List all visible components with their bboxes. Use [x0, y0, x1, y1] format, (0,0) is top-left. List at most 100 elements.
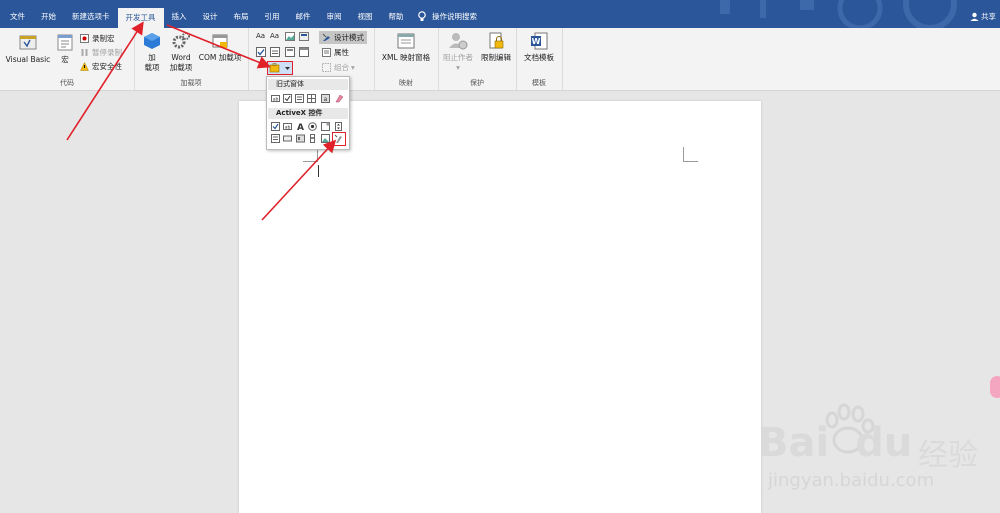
document-page[interactable] — [239, 101, 761, 513]
dropdown-list-icon[interactable] — [285, 47, 295, 57]
form-field-shading-icon[interactable]: a — [321, 94, 330, 103]
tab-layout[interactable]: 布局 — [226, 8, 257, 26]
tab-help[interactable]: 帮助 — [381, 8, 412, 26]
watermark-brand: Bai du — [758, 420, 912, 466]
xml-mapping-pane-button[interactable]: XML 映射窗格 — [376, 31, 436, 63]
activex-toggle-button-icon[interactable] — [296, 134, 305, 143]
activex-combo-box-icon[interactable] — [321, 122, 330, 131]
more-controls-button[interactable] — [332, 132, 346, 146]
watermark-brand-du: du — [855, 420, 913, 466]
pause-icon — [81, 49, 88, 56]
design-mode-label: 设计模式 — [334, 33, 364, 42]
block-authors-label: 阻止作者 — [443, 53, 473, 62]
tab-developer[interactable]: 开发工具 — [117, 8, 164, 28]
title-bar: 文件 开始 新建选项卡 开发工具 插入 设计 布局 引用 邮件 审阅 视图 帮助… — [0, 0, 1000, 28]
block-authors-icon — [449, 33, 468, 50]
activex-listbox-icon[interactable] — [271, 134, 280, 143]
date-picker-icon[interactable] — [299, 47, 309, 57]
combo-box-icon[interactable] — [270, 47, 280, 57]
legacy-checkbox-icon[interactable] — [283, 94, 292, 103]
com-addins-button[interactable]: COM 加载项 — [194, 31, 246, 63]
share-button[interactable]: 共享 — [970, 11, 996, 22]
tab-design[interactable]: 设计 — [195, 8, 226, 26]
record-macro-button[interactable]: 录制宏 — [80, 33, 115, 44]
macro-icon — [57, 34, 73, 51]
legacy-tools-button[interactable] — [267, 61, 293, 75]
legacy-text-field-icon[interactable]: ab — [271, 94, 280, 103]
reset-form-fields-icon[interactable] — [335, 94, 344, 103]
legacy-dropdown-icon[interactable] — [295, 94, 304, 103]
activex-option-button-icon[interactable] — [308, 122, 317, 131]
word-addins-button[interactable]: Word 加载项 — [166, 31, 196, 73]
activex-checkbox-icon[interactable] — [271, 122, 280, 131]
svg-text:A: A — [297, 123, 304, 131]
pause-recording-button[interactable]: 暂停录制 — [80, 47, 122, 58]
group-addins: 加 载项 Word 加载项 COM 加载项 加载项 — [134, 28, 249, 90]
tab-file[interactable]: 文件 — [0, 8, 33, 26]
warning-icon — [80, 62, 89, 71]
group-templates-label: 模板 — [532, 79, 546, 87]
control-plain-text[interactable]: Aa — [270, 32, 279, 40]
tell-me-search[interactable]: 操作说明搜索 — [418, 11, 477, 22]
legacy-forms-header: 旧式窗体 — [268, 79, 348, 90]
visual-basic-icon — [19, 35, 37, 50]
group-button[interactable]: 组合 ▾ — [322, 62, 355, 73]
gear-icon — [172, 32, 190, 49]
properties-button[interactable]: 属性 — [322, 47, 349, 58]
addins-label-2: 载项 — [144, 63, 160, 72]
macro-security-button[interactable]: 宏安全性 — [80, 61, 122, 72]
group-code-label: 代码 — [60, 79, 74, 87]
control-rich-text[interactable]: Aa — [256, 32, 265, 40]
group-templates: W 文档模板 模板 — [516, 28, 563, 90]
word-addins-label-1: Word — [171, 53, 191, 62]
text-cursor — [318, 165, 319, 177]
ribbon-tabs: 文件 开始 新建选项卡 开发工具 插入 设计 布局 引用 邮件 审阅 视图 帮助 — [0, 0, 412, 28]
xml-mapping-pane-label: XML 映射窗格 — [381, 53, 431, 62]
legacy-tools-dropdown: 旧式窗体 ab a ActiveX 控件 ab A — [266, 76, 350, 150]
restrict-editing-button[interactable]: 限制编辑 — [476, 31, 516, 63]
group-protect: 阻止作者 ▾ 限制编辑 保护 — [438, 28, 517, 90]
picture-control-icon[interactable] — [285, 32, 295, 41]
building-block-icon[interactable] — [299, 32, 309, 41]
design-mode-button[interactable]: 设计模式 — [319, 31, 367, 44]
activex-textbox-icon[interactable]: ab — [283, 122, 292, 131]
visual-basic-button[interactable]: Visual Basic — [4, 31, 52, 65]
properties-icon — [322, 48, 331, 57]
side-badge[interactable] — [990, 376, 1000, 398]
ribbon: Visual Basic 宏 录制宏 暂停录制 宏安全性 代码 加 载项 Wor… — [0, 28, 1000, 91]
block-authors-button[interactable]: 阻止作者 ▾ — [440, 31, 476, 73]
activex-label-icon[interactable]: A — [296, 122, 305, 131]
plain-text-icon: Aa — [270, 32, 280, 40]
tell-me-label: 操作说明搜索 — [432, 12, 477, 21]
baidu-watermark: Bai du 经验 jingyan.baidu.com — [738, 400, 1000, 513]
addins-button[interactable]: 加 载项 — [140, 31, 164, 73]
macro-security-label: 宏安全性 — [92, 62, 122, 71]
tab-view[interactable]: 视图 — [350, 8, 381, 26]
tab-references[interactable]: 引用 — [257, 8, 288, 26]
chevron-down-icon — [285, 67, 290, 70]
activex-command-button-icon[interactable] — [283, 134, 292, 143]
tab-new[interactable]: 新建选项卡 — [64, 8, 118, 26]
insert-frame-icon[interactable] — [307, 94, 316, 103]
activex-spin-button-icon[interactable] — [334, 122, 343, 131]
document-template-button[interactable]: W 文档模板 — [520, 31, 558, 63]
tab-insert[interactable]: 插入 — [164, 8, 195, 26]
group-mapping: XML 映射窗格 映射 — [374, 28, 439, 90]
group-mapping-label: 映射 — [399, 79, 413, 87]
addins-label-1: 加 — [148, 53, 156, 62]
visual-basic-label: Visual Basic — [5, 55, 51, 64]
xml-pane-icon — [397, 33, 415, 49]
group-protect-label: 保护 — [470, 79, 484, 87]
checkbox-control-icon[interactable] — [256, 47, 266, 57]
activex-scrollbar-icon[interactable] — [308, 134, 317, 143]
tab-review[interactable]: 审阅 — [319, 8, 350, 26]
group-icon — [322, 63, 331, 72]
macro-button[interactable]: 宏 — [54, 31, 76, 65]
activex-image-icon[interactable] — [321, 134, 330, 143]
tab-mailings[interactable]: 邮件 — [288, 8, 319, 26]
properties-label: 属性 — [334, 48, 349, 57]
tab-home[interactable]: 开始 — [33, 8, 64, 26]
addins-cube-icon — [144, 33, 160, 49]
chevron-down-icon: ▾ — [456, 63, 460, 72]
tools-more-controls-icon — [334, 134, 342, 143]
